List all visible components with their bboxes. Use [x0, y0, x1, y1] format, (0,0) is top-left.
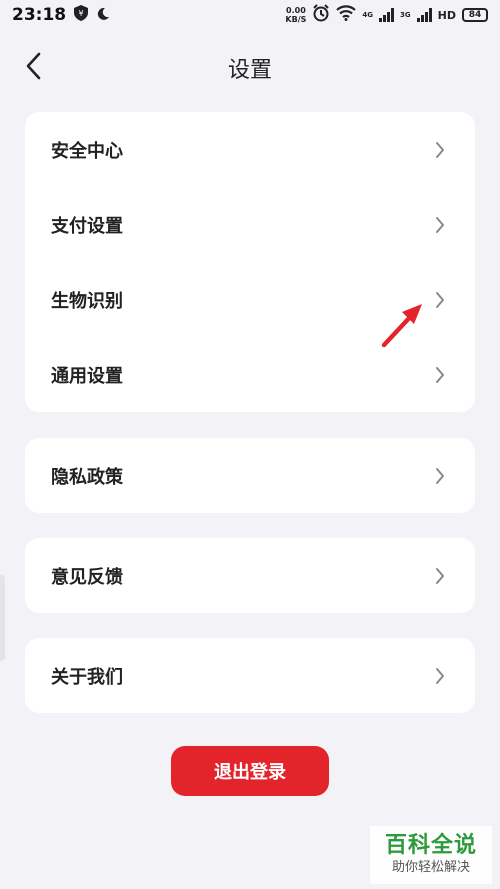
network-type-4g: 4G	[362, 11, 374, 19]
chevron-right-icon	[435, 215, 449, 235]
status-time: 23:18	[12, 5, 67, 25]
settings-group-privacy: 隐私政策	[25, 438, 475, 513]
back-button[interactable]	[16, 50, 50, 86]
row-label: 安全中心	[51, 140, 123, 162]
chevron-right-icon	[435, 666, 449, 686]
settings-page: 23:18 ¥ 0.00 KB/S 4G 3G HD 84 设置 安全中心 支付…	[0, 0, 500, 889]
logout-button[interactable]: 退出登录	[171, 746, 329, 796]
row-about-us[interactable]: 关于我们	[25, 638, 475, 713]
net-speed: 0.00 KB/S	[285, 6, 307, 24]
alarm-icon	[312, 4, 330, 26]
chevron-right-icon	[435, 466, 449, 486]
chevron-left-icon	[25, 52, 41, 84]
signal-3g-icon	[416, 8, 432, 22]
signal-4g-icon	[379, 8, 395, 22]
row-label: 意见反馈	[51, 566, 123, 588]
shield-icon: ¥	[74, 5, 89, 25]
red-arrow-icon	[378, 298, 428, 350]
battery-icon: 84	[462, 8, 488, 22]
row-label: 生物识别	[51, 290, 123, 312]
hd-icon: HD	[437, 8, 456, 22]
page-title: 设置	[227, 58, 272, 83]
chevron-right-icon	[435, 140, 449, 160]
watermark-subtitle: 助你轻松解决	[391, 860, 470, 875]
settings-group-main: 安全中心 支付设置 生物识别 通用设置	[25, 112, 475, 412]
moon-icon	[96, 6, 110, 25]
row-label: 隐私政策	[51, 466, 123, 488]
edge-handle[interactable]	[0, 575, 5, 661]
row-label: 通用设置	[51, 365, 123, 387]
chevron-right-icon	[435, 365, 449, 385]
settings-group-feedback: 意见反馈	[25, 538, 475, 613]
watermark-title: 百科全说	[384, 833, 477, 858]
watermark-logo: 百科全说 助你轻松解决	[370, 826, 492, 884]
header: 设置	[0, 40, 500, 96]
svg-text:¥: ¥	[79, 9, 84, 18]
network-type-3g: 3G	[400, 11, 411, 19]
row-privacy-policy[interactable]: 隐私政策	[25, 438, 475, 513]
settings-group-about: 关于我们	[25, 638, 475, 713]
row-payment-settings[interactable]: 支付设置	[25, 187, 475, 262]
status-bar: 23:18 ¥ 0.00 KB/S 4G 3G HD 84	[0, 0, 500, 30]
chevron-right-icon	[435, 566, 449, 586]
row-security-center[interactable]: 安全中心	[25, 112, 475, 187]
row-feedback[interactable]: 意见反馈	[25, 538, 475, 613]
chevron-right-icon	[435, 290, 449, 310]
row-label: 关于我们	[51, 666, 123, 688]
row-label: 支付设置	[51, 215, 123, 237]
logout-label: 退出登录	[214, 762, 286, 783]
wifi-icon	[336, 5, 357, 25]
